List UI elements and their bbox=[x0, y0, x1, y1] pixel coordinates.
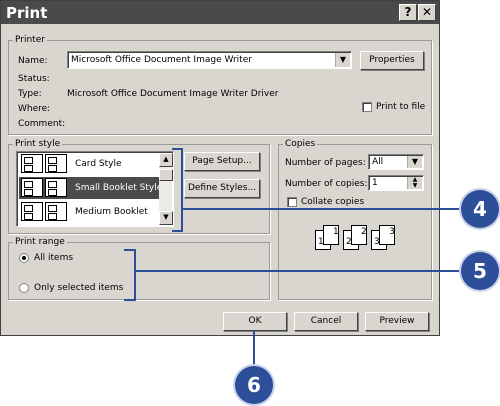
style-list-bracket bbox=[172, 148, 183, 232]
preview-button[interactable]: Preview bbox=[365, 312, 429, 331]
print-range-group-label: Print range bbox=[15, 237, 65, 247]
medium-booklet-icon bbox=[45, 202, 67, 221]
card-style-icon bbox=[21, 154, 43, 173]
scroll-up-icon[interactable]: ▲ bbox=[159, 153, 173, 167]
copies-label: Number of copies: bbox=[285, 179, 368, 189]
properties-button[interactable]: Properties bbox=[360, 51, 424, 70]
style-list-scrollbar[interactable]: ▲ ▼ bbox=[159, 153, 173, 225]
page-number: 2 bbox=[361, 227, 367, 237]
status-label: Status: bbox=[18, 74, 50, 84]
type-label: Type: bbox=[18, 89, 42, 99]
print-to-file-label: Print to file bbox=[376, 102, 426, 112]
print-to-file-checkbox[interactable] bbox=[362, 102, 372, 112]
cancel-button[interactable]: Cancel bbox=[294, 312, 358, 331]
selected-items-label: Only selected items bbox=[34, 283, 124, 293]
all-items-label: All items bbox=[34, 253, 74, 263]
printer-name-dropdown[interactable]: Microsoft Office Document Image Writer ▼ bbox=[67, 51, 352, 69]
medium-booklet-icon bbox=[21, 202, 43, 221]
printer-group: Printer bbox=[8, 35, 432, 135]
page-number: 1 bbox=[333, 227, 339, 237]
selected-items-radio[interactable] bbox=[19, 283, 29, 293]
print-style-list[interactable]: Card Style Small Booklet Style Medium Bo… bbox=[16, 151, 174, 227]
collate-page: 3 bbox=[379, 225, 395, 245]
scroll-thumb[interactable] bbox=[159, 169, 173, 181]
type-value: Microsoft Office Document Image Writer D… bbox=[67, 89, 279, 99]
spinner-arrows-icon[interactable]: ▲ ▼ bbox=[407, 177, 422, 189]
copies-stepper[interactable]: 1 ▲ ▼ bbox=[368, 175, 424, 191]
callout-line-6 bbox=[253, 330, 255, 367]
pages-dropdown[interactable]: All ▼ bbox=[368, 154, 424, 170]
collate-checkbox[interactable] bbox=[287, 197, 297, 207]
pages-label: Number of pages: bbox=[285, 158, 366, 168]
style-item-small-booklet[interactable]: Small Booklet Style bbox=[19, 177, 163, 199]
copies-value: 1 bbox=[372, 178, 378, 188]
help-button[interactable]: ? bbox=[399, 4, 417, 21]
step-5-callout: 5 bbox=[461, 252, 499, 290]
title-bar: Print ? ✕ bbox=[1, 1, 439, 24]
small-booklet-icon bbox=[21, 178, 43, 197]
callout-line-5 bbox=[134, 270, 462, 272]
comment-label: Comment: bbox=[18, 119, 66, 129]
step-4-callout: 4 bbox=[461, 190, 499, 228]
printer-name-value: Microsoft Office Document Image Writer bbox=[71, 55, 252, 65]
page-number: 3 bbox=[389, 227, 395, 237]
step-6-callout: 6 bbox=[235, 366, 273, 404]
collate-page: 2 bbox=[351, 225, 367, 245]
style-item-label: Small Booklet Style bbox=[75, 183, 163, 193]
define-styles-button[interactable]: Define Styles... bbox=[184, 179, 260, 198]
card-style-icon bbox=[45, 154, 67, 173]
style-item-label: Medium Booklet bbox=[75, 207, 148, 217]
close-button[interactable]: ✕ bbox=[418, 4, 436, 21]
chevron-down-icon[interactable]: ▼ bbox=[407, 156, 422, 168]
small-booklet-icon bbox=[45, 178, 67, 197]
style-item-medium-booklet[interactable]: Medium Booklet bbox=[19, 201, 159, 223]
style-item-label: Card Style bbox=[75, 159, 122, 169]
collate-page: 1 bbox=[323, 225, 339, 245]
scroll-down-icon[interactable]: ▼ bbox=[159, 211, 173, 225]
page-setup-button[interactable]: Page Setup... bbox=[184, 152, 260, 171]
callout-line-4 bbox=[181, 208, 462, 210]
printer-group-label: Printer bbox=[15, 35, 45, 45]
name-label: Name: bbox=[18, 56, 48, 66]
print-style-group-label: Print style bbox=[15, 139, 61, 149]
print-dialog: Print ? ✕ Printer Name: Microsoft Office… bbox=[0, 0, 440, 336]
window-title: Print bbox=[6, 4, 48, 22]
print-range-bracket bbox=[124, 249, 136, 301]
collate-label: Collate copies bbox=[301, 197, 365, 207]
copies-group-label: Copies bbox=[285, 139, 316, 149]
ok-button[interactable]: OK bbox=[223, 312, 287, 331]
style-item-card[interactable]: Card Style bbox=[19, 153, 159, 175]
where-label: Where: bbox=[18, 104, 51, 114]
all-items-radio[interactable] bbox=[19, 253, 29, 263]
chevron-down-icon[interactable]: ▼ bbox=[335, 53, 350, 67]
pages-value: All bbox=[372, 157, 384, 167]
